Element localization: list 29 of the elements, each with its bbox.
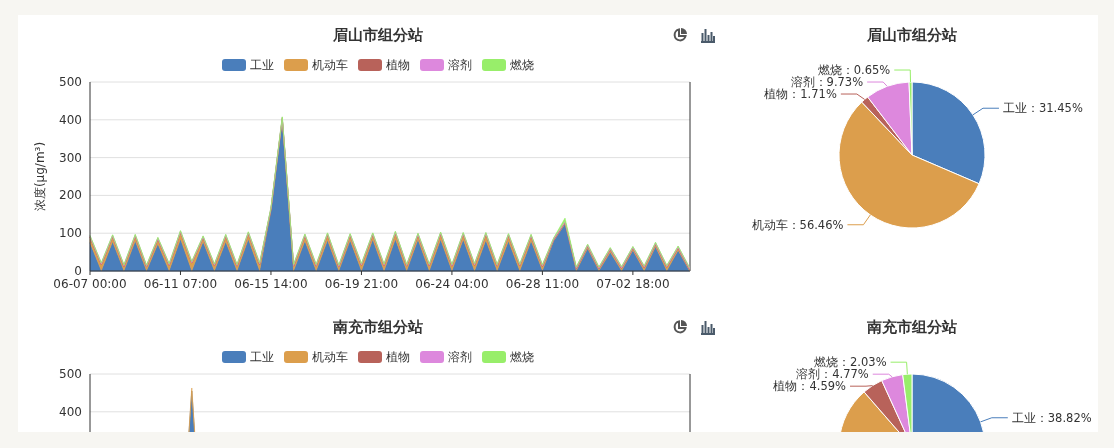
- y-tick-label: 100: [59, 226, 82, 241]
- x-tick-label: 06-11 07:00: [143, 277, 218, 291]
- y-tick-label: 0: [74, 264, 82, 278]
- y-tick-label: 500: [59, 367, 82, 381]
- y-tick-label: 400: [59, 404, 82, 419]
- slice-label: 燃烧：0.65%: [817, 63, 891, 77]
- slice-label: 植物：1.71%: [764, 87, 837, 101]
- y-tick-label: 500: [59, 75, 82, 89]
- chart-title: 南充市组分站: [333, 317, 423, 337]
- x-tick-label: 06-15 14:00: [234, 277, 308, 291]
- x-tick-label: 06-28 11:00: [505, 277, 580, 291]
- slice-label: 工业：38.82%: [1011, 410, 1092, 425]
- y-tick-label: 300: [59, 150, 82, 165]
- x-tick-label: 06-19 21:00: [324, 277, 399, 291]
- chart-title: 眉山市组分站: [333, 25, 423, 45]
- slice-label: 溶剂：9.73%: [790, 75, 864, 89]
- slice-label: 燃烧：2.03%: [814, 355, 887, 370]
- chart-title: 眉山市组分站: [867, 25, 957, 45]
- slice-label: 工业：31.45%: [1002, 101, 1083, 116]
- x-tick-label: 07-02 18:00: [596, 277, 670, 291]
- y-tick-label: 400: [59, 112, 82, 127]
- x-tick-label: 06-07 00:00: [53, 277, 127, 291]
- y-tick-label: 200: [59, 188, 82, 203]
- slice-label: 溶剂：4.77%: [796, 367, 869, 382]
- slice-label: 机动车：56.46%: [751, 217, 844, 232]
- x-tick-label: 06-24 04:00: [415, 277, 489, 291]
- slice-label: 植物：4.59%: [773, 379, 847, 394]
- y-axis-title: 浓度(μg/m³): [33, 141, 47, 212]
- chart-title: 南充市组分站: [867, 317, 957, 337]
